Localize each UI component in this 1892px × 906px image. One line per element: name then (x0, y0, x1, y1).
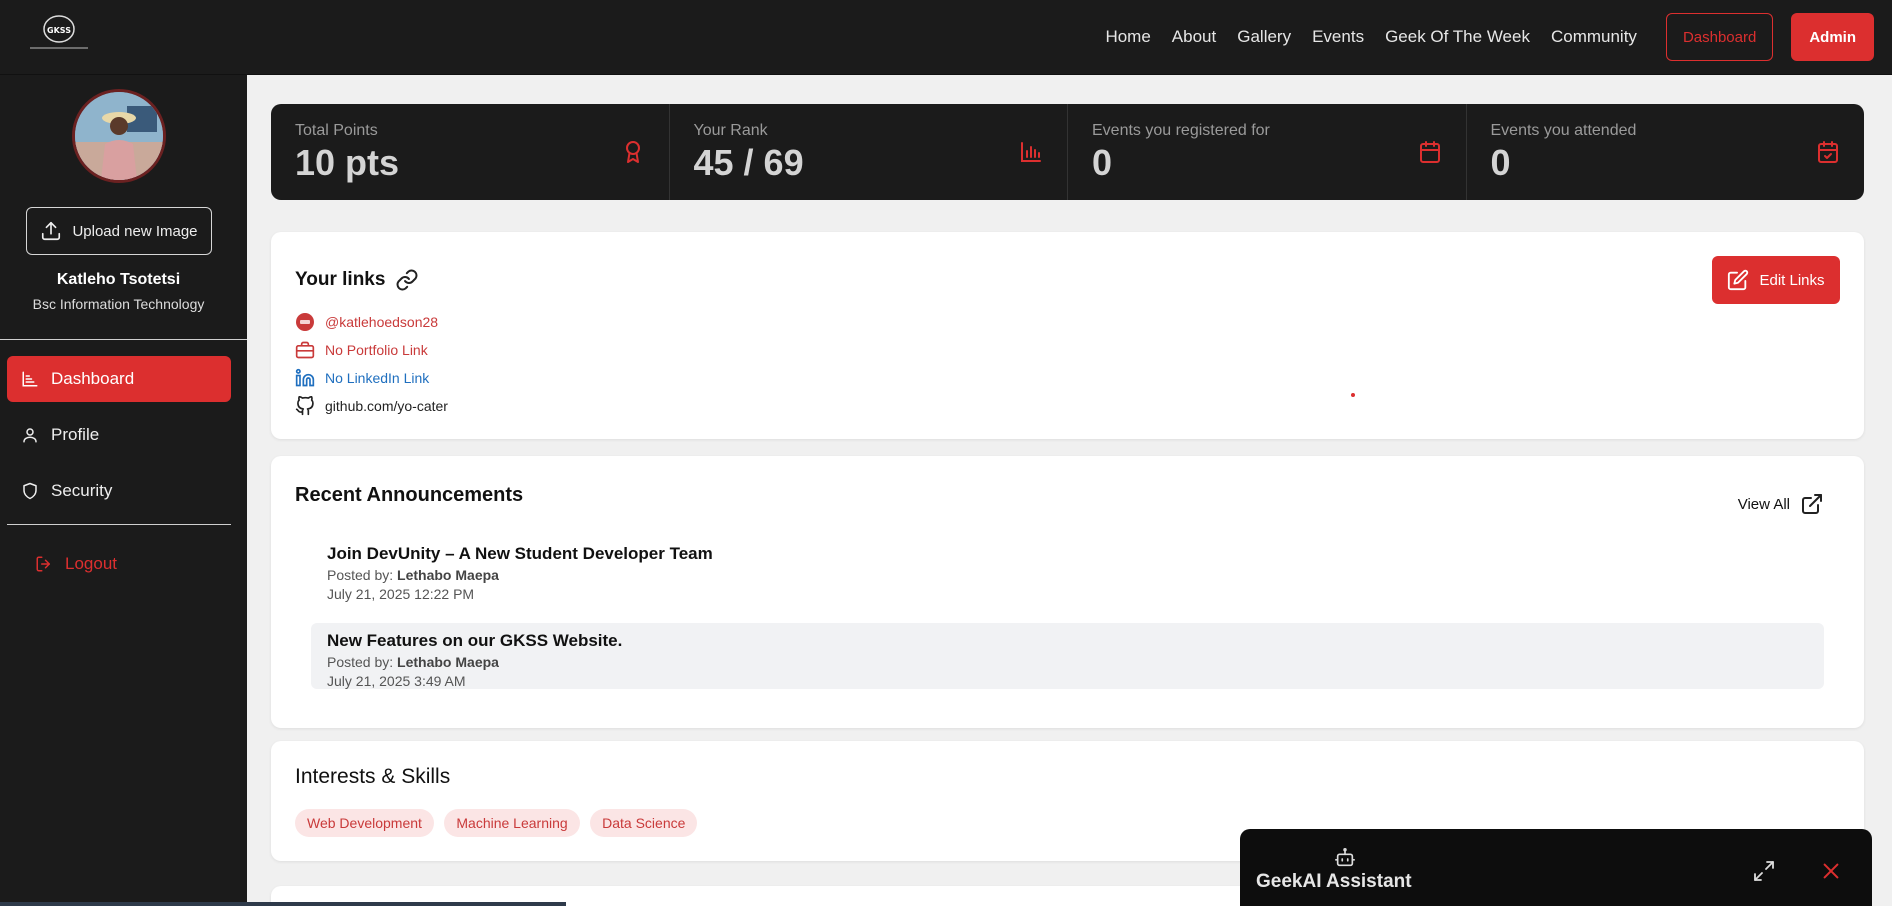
stat-events-attended: Events you attended 0 (1467, 104, 1865, 200)
calendar-icon (1419, 141, 1440, 163)
nav-community[interactable]: Community (1551, 27, 1637, 47)
view-all-label: View All (1737, 495, 1790, 513)
linkedin-icon (295, 368, 315, 387)
edit-icon (1728, 269, 1749, 291)
announcement-title: Join DevUnity – A New Student Developer … (327, 544, 713, 563)
interests-title: Interests & Skills (295, 765, 451, 788)
announcement-author: Lethabo Maepa (397, 654, 499, 670)
expand-icon[interactable] (1752, 859, 1776, 883)
sidebar-divider (7, 524, 231, 525)
announcement-author: Lethabo Maepa (397, 567, 499, 583)
main-nav: Home About Gallery Events Geek Of The We… (1084, 13, 1874, 61)
nav-home[interactable]: Home (1105, 27, 1150, 47)
bar-chart-icon (1021, 142, 1041, 162)
announcement-author-line: Posted by: Lethabo Maepa (327, 654, 1808, 670)
cursor-dot (1351, 393, 1355, 397)
link-text: github.com/yo-cater (325, 398, 448, 414)
avatar-icon (296, 313, 314, 331)
nav-gallery[interactable]: Gallery (1237, 27, 1291, 47)
interest-tag[interactable]: Machine Learning (444, 809, 580, 837)
sidebar-item-label: Security (51, 481, 113, 500)
view-all-link[interactable]: View All (1738, 492, 1824, 516)
user-degree: Bsc Information Technology (32, 296, 205, 312)
link-text: @katlehoedson28 (325, 314, 439, 330)
sidebar-item-profile[interactable]: Profile (7, 412, 231, 458)
sidebar-item-label: Dashboard (51, 369, 135, 388)
chart-icon (22, 371, 38, 387)
logout-button[interactable]: Logout (7, 541, 231, 587)
award-icon (625, 141, 640, 163)
announcements-card: Recent Announcements View All Join DevUn… (271, 456, 1864, 728)
stat-label: Events you attended (1490, 122, 1637, 139)
link-text: No LinkedIn Link (325, 370, 430, 386)
links-heading: Your links (295, 268, 419, 292)
stat-label: Your Rank (693, 122, 768, 139)
stat-events-registered: Events you registered for 0 (1068, 104, 1467, 200)
announcement-title: New Features on our GKSS Website. (327, 631, 623, 650)
link-row-linkedin[interactable]: No LinkedIn Link (295, 368, 429, 388)
interest-tag[interactable]: Web Development (295, 809, 434, 837)
link-icon (396, 269, 418, 291)
external-link-icon (1802, 494, 1822, 514)
announcement-author-line: Posted by: Lethabo Maepa (327, 567, 1808, 583)
gkss-logo[interactable]: GKSS (26, 12, 92, 54)
link-row-social[interactable]: @katlehoedson28 (295, 312, 438, 332)
logout-icon (36, 556, 50, 572)
link-text: No Portfolio Link (325, 342, 428, 358)
upload-label: Upload new Image (72, 222, 198, 240)
announcement-item[interactable]: New Features on our GKSS Website. Posted… (311, 623, 1824, 689)
announcement-date: July 21, 2025 12:22 PM (327, 586, 475, 602)
stat-total-points: Total Points 10 pts (271, 104, 670, 200)
top-navbar: GKSS Home About Gallery Events Geek Of T… (0, 0, 1892, 75)
close-icon[interactable] (1820, 860, 1842, 882)
posted-by-label: Posted by: (327, 567, 394, 583)
stat-value: 10 pts (295, 142, 400, 183)
nav-events[interactable]: Events (1312, 27, 1364, 47)
admin-button[interactable]: Admin (1791, 13, 1874, 61)
stat-label: Events you registered for (1092, 122, 1270, 139)
interests-tags: Web Development Machine Learning Data Sc… (295, 809, 703, 837)
bot-icon (1335, 848, 1355, 867)
interest-tag[interactable]: Data Science (590, 809, 698, 837)
user-name: Katleho Tsotetsi (56, 271, 181, 288)
sidebar-item-label: Profile (51, 425, 100, 444)
nav-about[interactable]: About (1172, 27, 1216, 47)
announcement-date: July 21, 2025 3:49 AM (327, 673, 466, 689)
sidebar: Upload new Image Katleho Tsotetsi Bsc In… (0, 75, 247, 906)
logo-text: GKSS (47, 26, 71, 35)
stat-value: 0 (1092, 142, 1113, 183)
sidebar-item-security[interactable]: Security (7, 468, 231, 514)
posted-by-label: Posted by: (327, 654, 394, 670)
sidebar-item-dashboard[interactable]: Dashboard (7, 356, 231, 402)
link-row-portfolio[interactable]: No Portfolio Link (295, 340, 428, 360)
assistant-title: GeekAI Assistant (1256, 871, 1412, 892)
logout-label: Logout (65, 554, 117, 573)
briefcase-icon (295, 341, 315, 359)
link-row-github[interactable]: github.com/yo-cater (295, 396, 448, 416)
announcement-item[interactable]: Join DevUnity – A New Student Developer … (311, 536, 1824, 602)
nav-geek-of-the-week[interactable]: Geek Of The Week (1385, 27, 1530, 47)
stat-rank: Your Rank 45 / 69 (670, 104, 1068, 200)
links-title: Your links (295, 269, 386, 290)
edit-links-button[interactable]: Edit Links (1712, 256, 1840, 304)
sidebar-divider (0, 339, 247, 340)
links-card: Your links Edit Links @katlehoedson28 No… (271, 232, 1864, 439)
geekai-assistant-panel[interactable]: GeekAI Assistant (1240, 829, 1872, 906)
user-icon (23, 428, 37, 443)
github-icon (295, 396, 314, 416)
stat-value: 45 / 69 (693, 142, 804, 183)
dashboard-button[interactable]: Dashboard (1665, 13, 1774, 61)
stat-value: 0 (1490, 142, 1511, 183)
upload-icon (42, 221, 61, 241)
avatar (72, 89, 166, 183)
stats-bar: Total Points 10 pts Your Rank 45 / 69 Ev… (271, 104, 1864, 200)
calendar-check-icon (1818, 141, 1838, 163)
announcements-title: Recent Announcements (295, 484, 524, 506)
shield-icon (23, 482, 37, 500)
stat-label: Total Points (295, 122, 378, 139)
edit-links-label: Edit Links (1759, 271, 1825, 289)
upload-image-button[interactable]: Upload new Image (26, 207, 212, 255)
page-progress-bar (0, 902, 566, 906)
